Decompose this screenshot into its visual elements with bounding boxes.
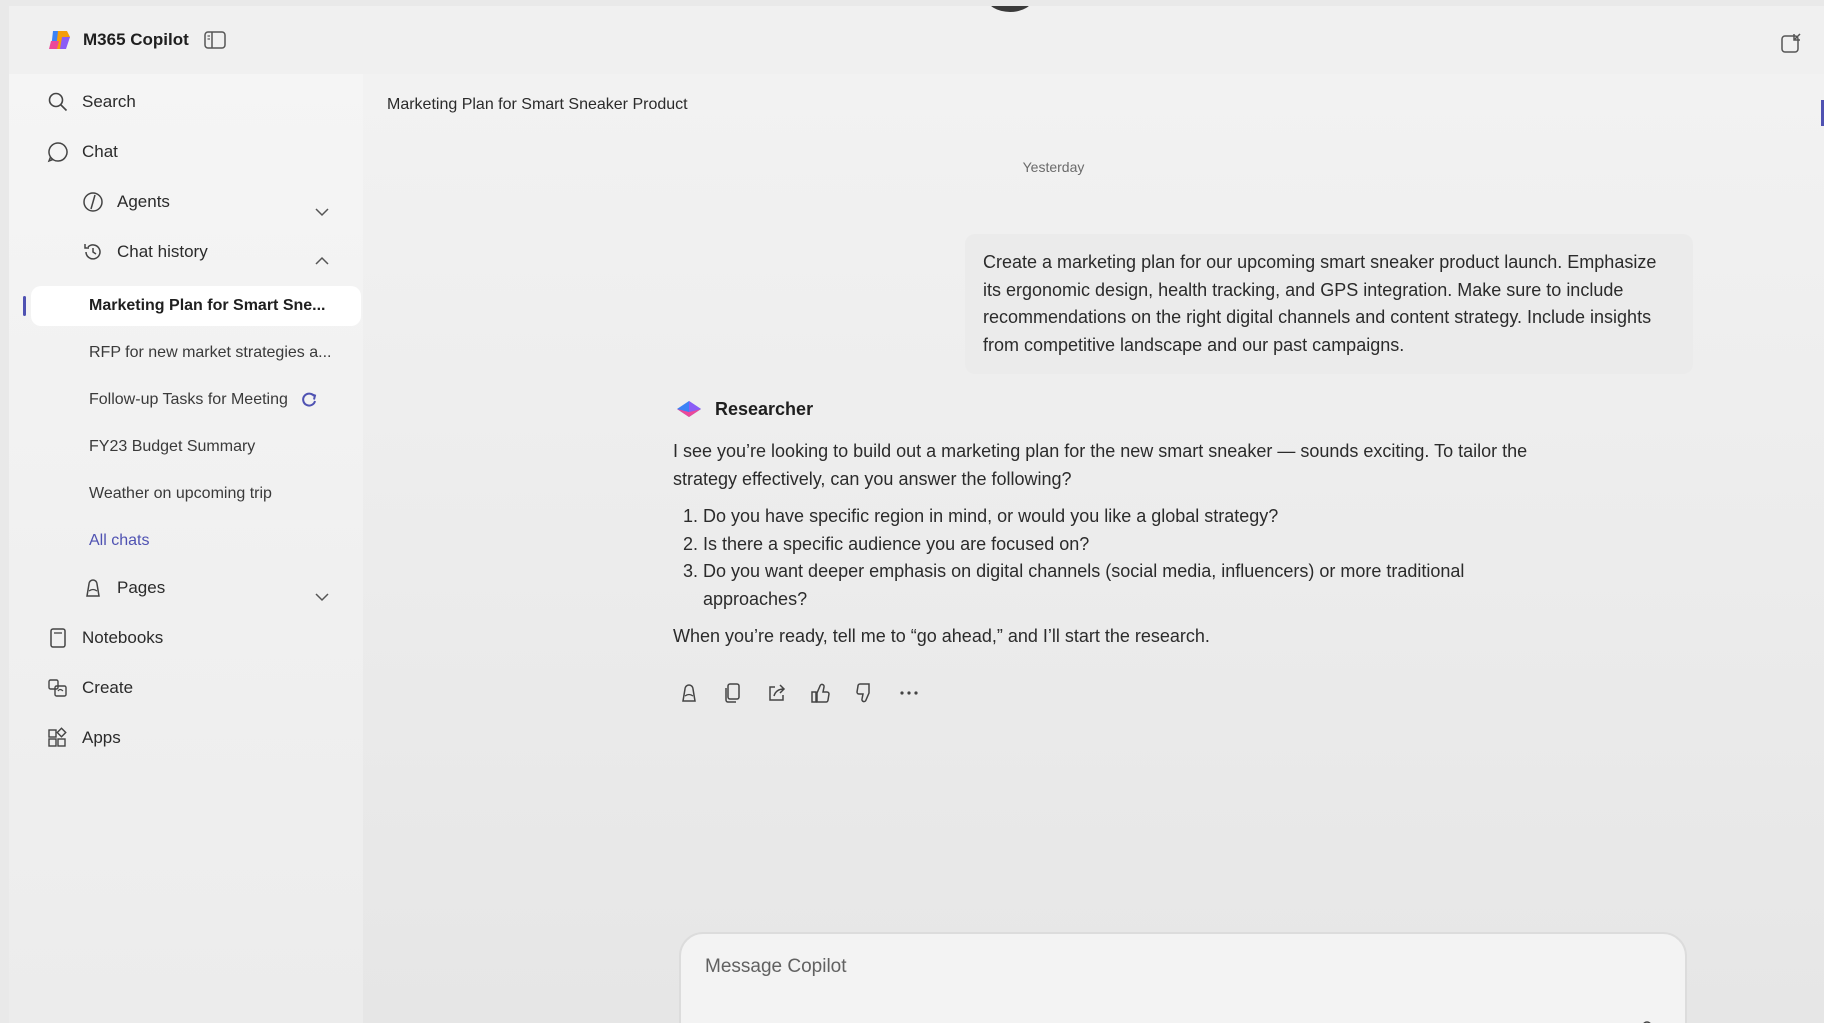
history-item-fy23-budget[interactable]: FY23 Budget Summary: [31, 427, 361, 467]
all-chats-label: All chats: [89, 532, 150, 549]
like-button[interactable]: [809, 681, 833, 705]
sidebar-chat-history-label: Chat history: [117, 242, 208, 261]
message-input[interactable]: [705, 956, 1505, 978]
agent-outro: When you’re ready, tell me to “go ahead,…: [673, 626, 1210, 646]
conversation-title: Marketing Plan for Smart Sneaker Product: [387, 96, 688, 113]
sidebar-apps[interactable]: Apps: [46, 720, 121, 756]
sidebar-toggle-icon: [204, 31, 226, 49]
chat-icon: [46, 140, 70, 164]
app-title: M365 Copilot: [83, 30, 189, 49]
bottom-bar: [0, 1023, 1824, 1028]
edit-in-pages-button[interactable]: [677, 681, 701, 705]
history-item-weather[interactable]: Weather on upcoming trip: [31, 474, 361, 514]
sidebar-pages-label: Pages: [117, 578, 166, 597]
chat-history-chevron-up-icon[interactable]: [313, 252, 331, 270]
exit-fullscreen-button[interactable]: [1780, 32, 1804, 56]
pages-icon: [81, 576, 105, 600]
all-chats-link[interactable]: All chats: [31, 521, 361, 561]
agents-chevron-down-icon[interactable]: [313, 203, 331, 221]
researcher-logo-icon: [677, 401, 701, 417]
agent-intro: I see you’re looking to build out a mark…: [673, 441, 1528, 489]
copy-icon: [725, 682, 740, 703]
history-item-label: Weather on upcoming trip: [89, 485, 272, 502]
active-indicator: [23, 296, 26, 316]
copilot-logo-icon: [49, 31, 70, 49]
pages-icon: [682, 683, 696, 702]
agent-response: Researcher I see you’re looking to build…: [673, 398, 1573, 705]
list-item: Is there a specific audience you are foc…: [703, 531, 1573, 559]
date-separator: Yesterday: [1022, 159, 1085, 175]
history-item-label: Marketing Plan for Smart Sne...: [89, 297, 326, 314]
copy-button[interactable]: [721, 681, 745, 705]
user-message: Create a marketing plan for our upcoming…: [965, 234, 1693, 374]
more-options-button[interactable]: [897, 681, 921, 705]
sidebar-agents-label: Agents: [117, 192, 170, 211]
history-item-marketing-plan[interactable]: Marketing Plan for Smart Sne...: [31, 286, 361, 326]
history-icon: [81, 240, 105, 264]
search-icon: [46, 90, 70, 114]
chat-main: Marketing Plan for Smart Sneaker Product…: [363, 74, 1824, 1028]
apps-icon: [46, 726, 70, 750]
share-icon: [769, 683, 786, 701]
sidebar-notebooks[interactable]: Notebooks: [46, 620, 163, 656]
thumbs-down-icon: [856, 682, 870, 702]
list-item: Do you want deeper emphasis on digital c…: [703, 558, 1573, 613]
history-item-label: RFP for new market strategies a...: [89, 344, 332, 361]
exit-fullscreen-icon: [1781, 33, 1801, 53]
history-item-label: FY23 Budget Summary: [89, 438, 256, 455]
sidebar: Search Chat Agents Chat history Marketin…: [9, 74, 363, 1028]
brand: M365 Copilot: [47, 27, 189, 53]
dislike-button[interactable]: [853, 681, 877, 705]
sidebar-apps-label: Apps: [82, 728, 121, 747]
message-composer: [679, 932, 1687, 1028]
sidebar-toggle-button[interactable]: [203, 28, 227, 52]
sidebar-create-label: Create: [82, 678, 134, 697]
sidebar-search-label: Search: [82, 92, 136, 111]
agent-question-list: Do you have specific region in mind, or …: [673, 503, 1573, 613]
agents-icon: [81, 190, 105, 214]
sidebar-notebooks-label: Notebooks: [82, 628, 164, 647]
sidebar-pages[interactable]: Pages: [81, 570, 165, 606]
history-item-rfp[interactable]: RFP for new market strategies a...: [31, 333, 361, 373]
history-item-follow-up[interactable]: Follow-up Tasks for Meeting: [31, 380, 361, 420]
sidebar-search[interactable]: Search: [46, 84, 136, 120]
thumbs-up-icon: [811, 683, 830, 703]
sync-icon: [302, 392, 317, 407]
notebook-icon: [46, 626, 70, 650]
list-item: Do you have specific region in mind, or …: [703, 503, 1573, 531]
share-button[interactable]: [765, 681, 789, 705]
sidebar-chat-history[interactable]: Chat history: [81, 234, 208, 270]
pages-chevron-down-icon[interactable]: [313, 588, 331, 606]
sidebar-chat-label: Chat: [82, 142, 118, 161]
create-icon: [46, 676, 70, 700]
more-icon: [900, 690, 918, 695]
response-actions: [677, 681, 1573, 705]
app-window: M365 Copilot Search Chat Agents Chat his…: [9, 6, 1824, 1028]
agent-header: Researcher: [675, 398, 1573, 420]
sidebar-create[interactable]: Create: [46, 670, 133, 706]
sidebar-chat[interactable]: Chat: [46, 134, 118, 170]
history-item-label: Follow-up Tasks for Meeting: [89, 391, 288, 408]
sidebar-agents[interactable]: Agents: [81, 184, 170, 220]
top-bar: M365 Copilot: [9, 6, 1824, 74]
agent-name: Researcher: [715, 398, 814, 419]
